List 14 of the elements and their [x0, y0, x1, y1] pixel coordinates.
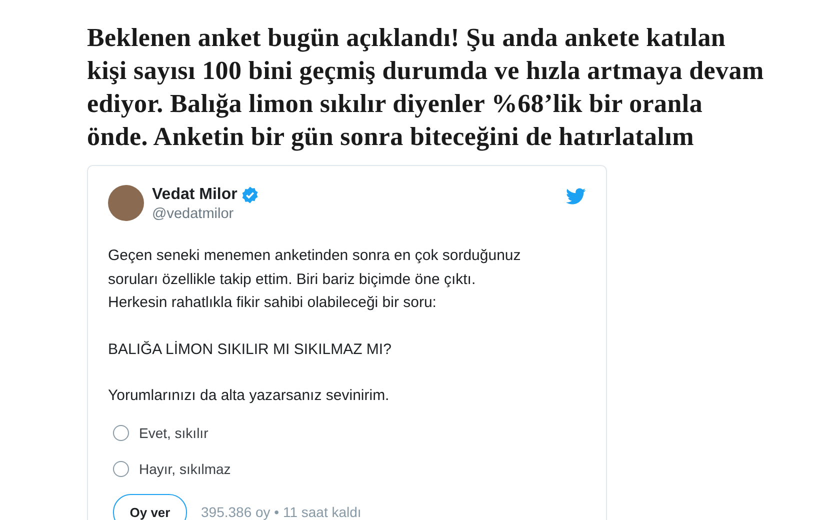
author-handle[interactable]: @vedatmilor — [152, 206, 566, 222]
poll-option-label: Hayır, sıkılmaz — [139, 460, 231, 476]
bird-logo-icon[interactable] — [566, 188, 586, 205]
avatar-photo-placeholder — [108, 185, 144, 221]
tweet-text: Yorumlarınızı da alta yazarsanız sevinirim. — [108, 386, 390, 406]
author-name[interactable]: Vedat Milor — [152, 186, 238, 204]
radio-button[interactable] — [113, 424, 129, 440]
tweet-text: Geçen seneki menemen anketinden sonra en çok sorduğunuz soruları özellikle takip ettim. Biri bariz biçimde öne çıktı. Herkesin rahatlıkla fikir sahibi olabileceği bir soru: — [108, 246, 522, 313]
tweet-text: BALIĞA LİMON SIKILIR MI SIKILMAZ MI? — [108, 340, 392, 360]
poll-option-label: Evet, sıkılır — [139, 424, 208, 440]
vote-button[interactable]: Oy ver — [113, 494, 187, 520]
poll-meta: 395.386 oy • 11 saat kaldı — [201, 504, 362, 520]
radio-button[interactable] — [113, 460, 129, 476]
article-headline: Beklenen anket bugün açıklandı! Şu anda ankete katılan kişi sayısı 100 bini geçmiş durumda ve hızla artmaya devam ediyor. Balığa limon sıkılır diyenler %68’lik bir oranla önde. Anketin bir gün sonra biteceğini de hatırlatalım — [87, 22, 765, 153]
